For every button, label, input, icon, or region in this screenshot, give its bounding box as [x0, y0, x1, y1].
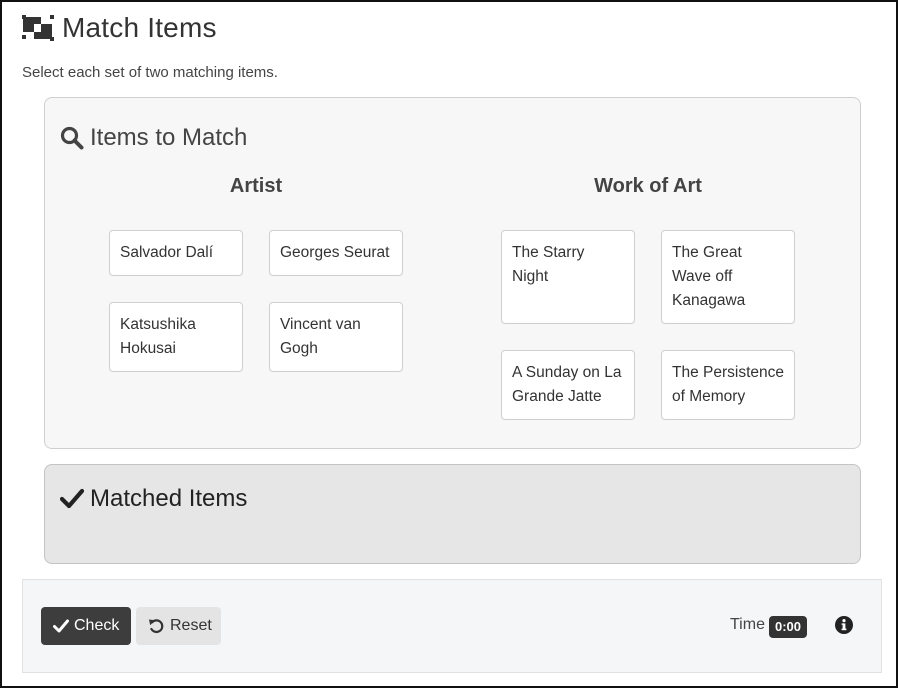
match-card-vincent-van-gogh[interactable]: Vincent van Gogh — [269, 302, 403, 372]
matched-items-title: Matched Items — [90, 485, 248, 512]
footer-toolbar: Check Reset Time 0:00 — [22, 579, 882, 673]
time-value-badge: 0:00 — [769, 616, 808, 638]
check-icon — [60, 488, 90, 510]
check-button[interactable]: Check — [41, 607, 131, 645]
match-card-salvador-dali[interactable]: Salvador Dalí — [109, 230, 243, 276]
match-card-georges-seurat[interactable]: Georges Seurat — [269, 230, 403, 276]
instructions-text: Select each set of two matching items. — [22, 64, 278, 81]
search-icon — [60, 126, 90, 150]
work-of-art-column-title: Work of Art — [594, 175, 702, 197]
match-card-katsushika-hokusai[interactable]: Katsushika Hokusai — [109, 302, 243, 372]
items-to-match-title: Items to Match — [90, 124, 248, 151]
reset-button[interactable]: Reset — [136, 607, 221, 645]
matched-items-panel: Matched Items — [44, 464, 861, 564]
check-icon — [53, 619, 69, 633]
reset-button-label: Reset — [170, 617, 212, 634]
reset-icon — [149, 619, 164, 634]
match-card-the-starry-night[interactable]: The Starry Night — [501, 230, 635, 324]
match-card-persistence-of-memory[interactable]: The Persistence of Memory — [661, 350, 795, 420]
page-header: Match Items — [22, 12, 217, 44]
check-button-label: Check — [74, 617, 120, 634]
info-icon[interactable] — [834, 615, 854, 640]
match-card-the-great-wave[interactable]: The Great Wave off Kanagawa — [661, 230, 795, 324]
items-to-match-heading: Items to Match — [60, 124, 247, 152]
matched-items-heading: Matched Items — [60, 485, 247, 513]
match-card-sunday-grande-jatte[interactable]: A Sunday on La Grande Jatte — [501, 350, 635, 420]
items-to-match-panel: Items to Match Artist Work of Art Salvad… — [44, 97, 861, 449]
page-title: Match Items — [62, 12, 217, 43]
match-items-icon — [22, 15, 54, 41]
time-label: Time — [730, 616, 765, 633]
artist-column-title: Artist — [229, 175, 283, 197]
